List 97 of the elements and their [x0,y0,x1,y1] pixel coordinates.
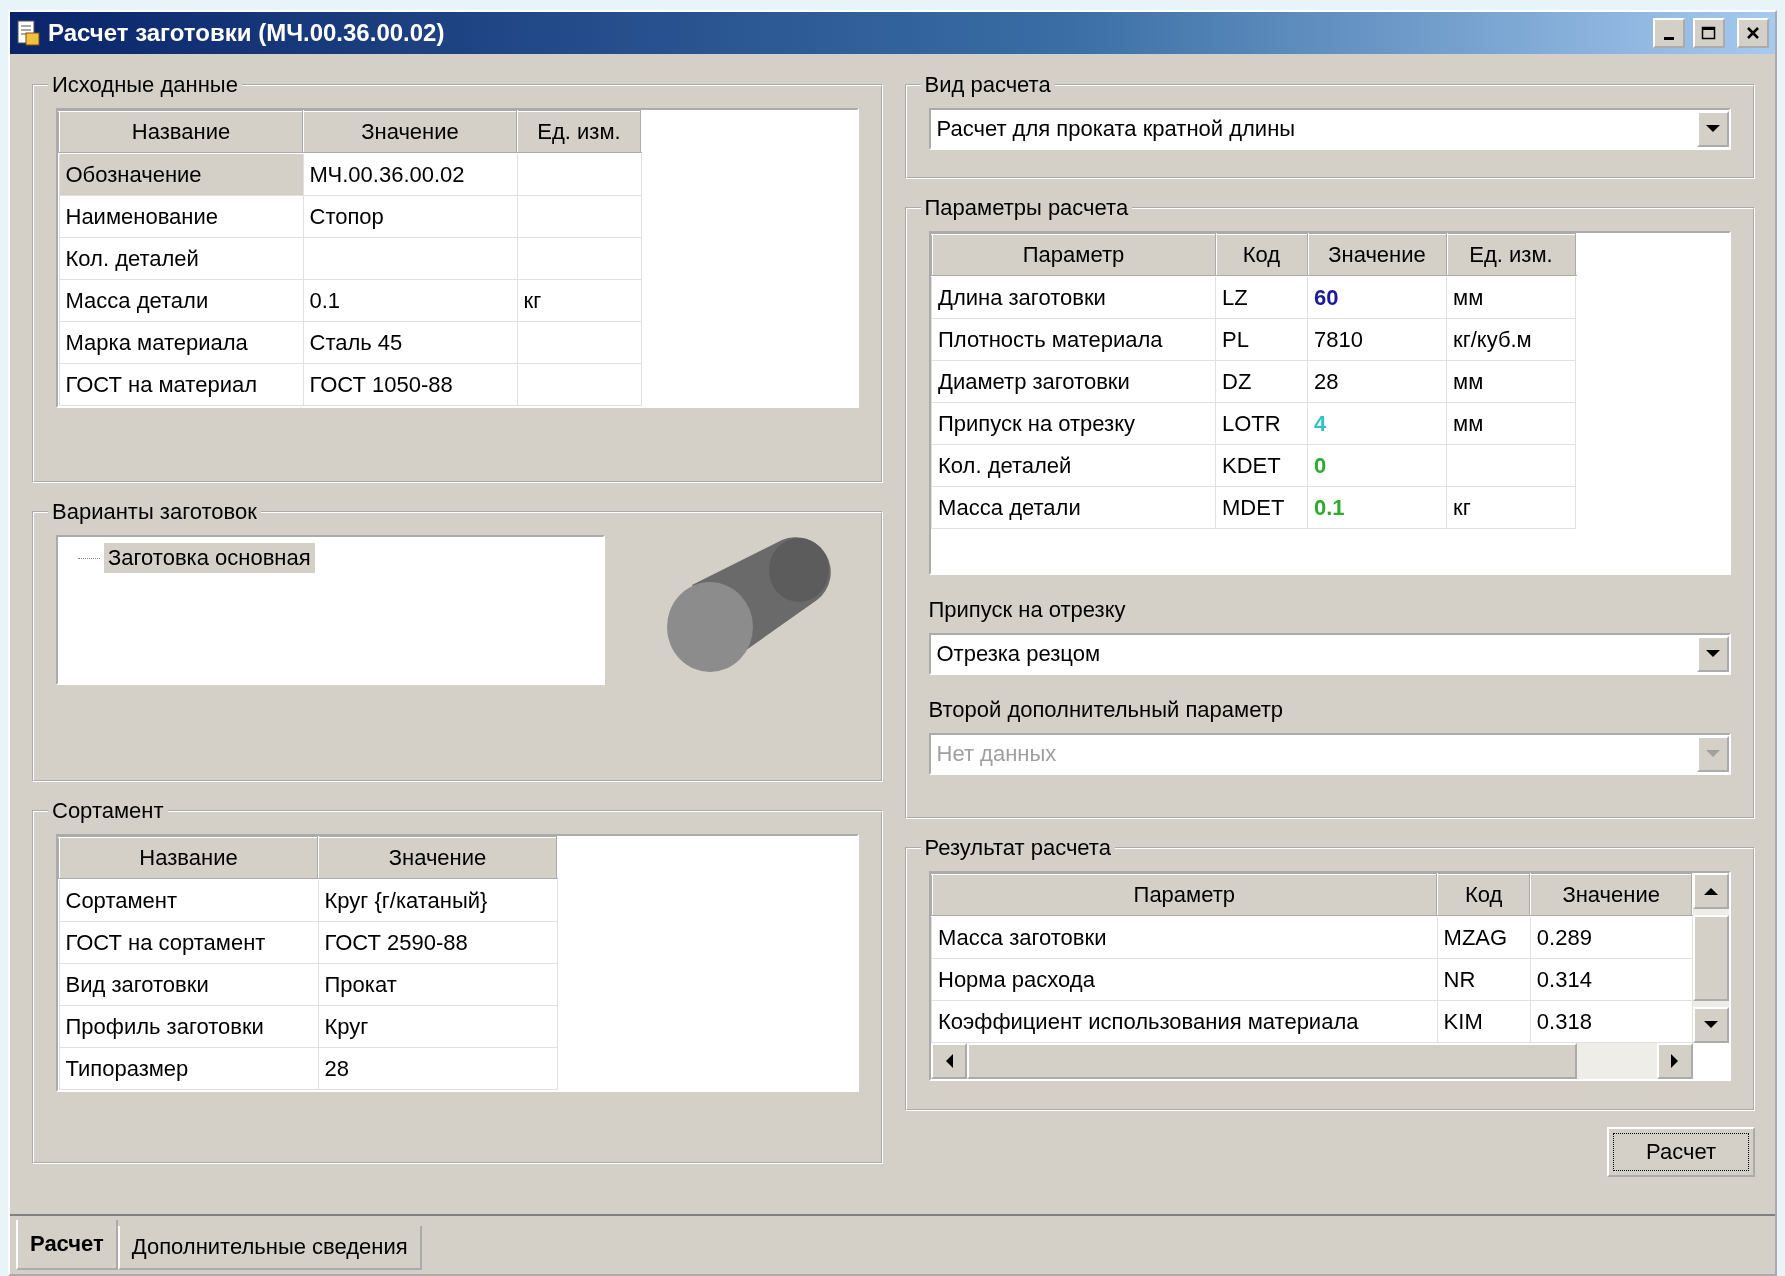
caret-down-icon [1706,125,1720,133]
field-label: Второй дополнительный параметр [928,697,1284,723]
field-label: Припуск на отрезку [928,597,1127,623]
close-button[interactable] [1737,18,1769,48]
table-cell: Сортамент [59,879,318,922]
table-cell: Наименование [59,195,303,238]
table-cell: Масса заготовки [931,916,1438,959]
document-icon [16,19,40,47]
table-cell: Обозначение [59,153,303,196]
calculate-button[interactable]: Расчет [1607,1127,1755,1177]
table-cell: Припуск на отрезку [931,402,1216,445]
table-cell: кг [517,279,641,322]
column-header[interactable]: Код [1437,874,1531,916]
table-cell: МЧ.00.36.00.02 [303,153,517,196]
table-cell: 28 [1307,360,1447,403]
window-title: Расчет заготовки (МЧ.00.36.00.02) [48,19,446,47]
caret-down-icon [1706,650,1720,658]
table-cell: LZ [1215,276,1308,319]
group-title: Сортамент [51,798,165,824]
column-header[interactable]: Значение [1307,234,1447,276]
dropdown[interactable]: Отрезка резцом [928,633,1731,675]
table-cell: ГОСТ на сортамент [59,921,318,964]
scroll-up-icon [1704,887,1718,895]
column-header[interactable]: Значение [1530,874,1692,916]
table-cell: Типоразмер [59,1047,318,1090]
table-cell: Кол. деталей [59,237,303,280]
table-cell: Кол. деталей [931,444,1216,487]
table-cell: кг/куб.м [1446,318,1576,361]
table-cell: 7810 [1307,318,1447,361]
table-cell: Круг [318,1005,557,1048]
scroll-down-icon [1704,1021,1718,1029]
column-header[interactable]: Название [59,837,318,879]
vertical-scrollbar[interactable] [1693,873,1729,1043]
table-cell: Длина заготовки [931,276,1216,319]
maximize-icon [1701,26,1717,40]
table-cell: KDET [1215,444,1308,487]
table-cell: мм [1446,360,1576,403]
dropdown[interactable]: Расчет для проката кратной длины [928,108,1731,150]
caret-down-icon [1706,750,1720,758]
group-title: Параметры расчета [923,195,1130,221]
table-cell: Плотность материала [931,318,1216,361]
table-cell: 0.1 [1307,486,1447,529]
tab[interactable]: Дополнительные сведения [117,1226,422,1270]
column-header[interactable]: Параметр [931,234,1216,276]
table-cell: KIM [1437,1000,1531,1043]
table-cell: кг [1446,486,1576,529]
table-cell: Коэффициент использования материала [931,1000,1438,1043]
table-cell: Марка материала [59,321,303,364]
column-header[interactable]: Параметр [931,874,1438,916]
table-cell: Масса детали [931,486,1216,529]
table-cell: 0.289 [1530,916,1692,959]
table-cell: Круг {г/катаный} [318,879,557,922]
tree-item[interactable]: Заготовка основная [104,543,315,573]
minimize-icon [1664,36,1674,40]
column-header[interactable]: Код [1215,234,1308,276]
scroll-left-icon [944,1054,953,1068]
table-cell: PL [1215,318,1308,361]
horizontal-scrollbar[interactable] [930,1043,1693,1079]
table-cell: LOTR [1215,402,1308,445]
table-cell: Прокат [318,963,557,1006]
table-cell: Стопор [303,195,517,238]
tab[interactable]: Расчет [16,1220,118,1270]
table-cell: Профиль заготовки [59,1005,318,1048]
table-cell: 0.314 [1530,958,1692,1001]
maximize-button[interactable] [1693,18,1725,48]
table-cell: 28 [318,1047,557,1090]
table-cell: мм [1446,402,1576,445]
table-cell: Сталь 45 [303,321,517,364]
table-cell: DZ [1215,360,1308,403]
group-title: Результат расчета [923,835,1112,861]
table-cell: 0.318 [1530,1000,1692,1043]
table-cell: 0 [1307,444,1447,487]
table-cell: мм [1446,276,1576,319]
group-title: Исходные данные [51,72,239,98]
table-cell: 60 [1307,276,1447,319]
table-cell: Диаметр заготовки [931,360,1216,403]
column-header[interactable]: Значение [318,837,557,879]
table-cell: ГОСТ 2590-88 [318,921,557,964]
table-cell: 4 [1307,402,1447,445]
close-icon [1746,26,1760,40]
table-cell: NR [1437,958,1531,1001]
scroll-right-icon [1671,1054,1679,1068]
column-header[interactable]: Название [59,111,303,153]
table-cell: MZAG [1437,916,1531,959]
table-cell: ГОСТ на материал [59,363,303,406]
table-cell: MDET [1215,486,1308,529]
column-header[interactable]: Ед. изм. [1446,234,1576,276]
table-cell: ГОСТ 1050-88 [303,363,517,406]
table-cell: Вид заготовки [59,963,318,1006]
table-cell: 0.1 [303,279,517,322]
table-cell: Норма расхода [931,958,1438,1001]
table-cell: Масса детали [59,279,303,322]
group-title: Вид расчета [923,72,1052,98]
minimize-button[interactable] [1653,18,1685,48]
group-title: Варианты заготовок [51,499,258,525]
column-header[interactable]: Значение [303,111,517,153]
column-header[interactable]: Ед. изм. [517,111,641,153]
